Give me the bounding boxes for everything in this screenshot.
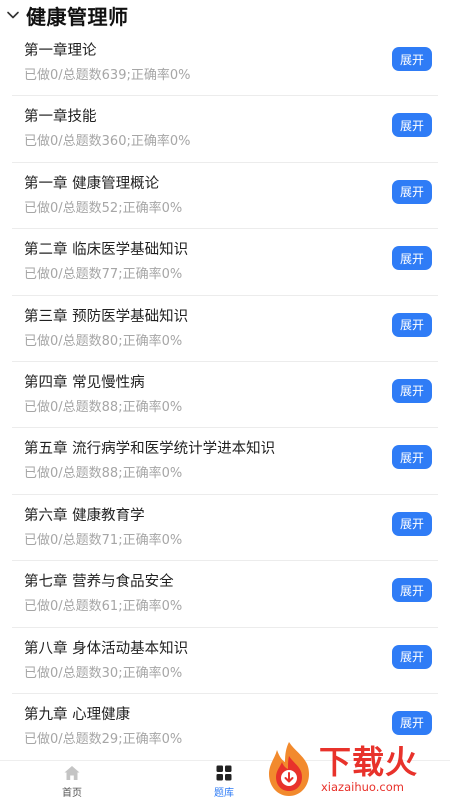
expand-button[interactable]: 展开 [392,644,432,669]
chapter-stats: 已做0/总题数30;正确率0% [24,665,183,681]
expand-button[interactable]: 展开 [392,445,432,470]
list-item: 第一章理论 已做0/总题数639;正确率0% 展开 [12,30,438,97]
list-item: 第二章 临床医学基础知识 已做0/总题数77;正确率0% 展开 [12,229,438,296]
chapter-name: 第二章 临床医学基础知识 [24,242,189,259]
list-item: 第一章 健康管理概论 已做0/总题数52;正确率0% 展开 [12,163,438,230]
chapter-name: 第三章 预防医学基础知识 [24,308,189,325]
tab-home[interactable]: 首页 [27,761,117,800]
watermark: 下载火 xiazaihuo.com [263,738,450,800]
home-icon [64,765,80,780]
list-item: 第三章 预防医学基础知识 已做0/总题数80;正确率0% 展开 [12,296,438,362]
expand-button[interactable]: 展开 [392,312,432,337]
expand-button[interactable]: 展开 [392,710,432,735]
chapter-list: 第一章理论 已做0/总题数639;正确率0% 展开 第一章技能 已做0/总题数3… [0,30,450,760]
expand-button[interactable]: 展开 [392,179,432,204]
chapter-stats: 已做0/总题数80;正确率0% [24,333,183,349]
chapter-name: 第一章技能 [24,109,97,126]
chapter-name: 第九章 心理健康 [24,706,131,723]
list-item: 第五章 流行病学和医学统计学进本知识 已做0/总题数88;正确率0% 展开 [12,428,438,495]
page-header: 健康管理师 [0,0,450,30]
expand-button[interactable]: 展开 [392,246,432,271]
list-item: 第八章 身体活动基本知识 已做0/总题数30;正确率0% 展开 [12,628,438,694]
expand-button[interactable]: 展开 [392,578,432,603]
chapter-name: 第四章 常见慢性病 [24,374,145,391]
tab-home-label: 首页 [62,787,82,799]
chapter-name: 第一章理论 [24,43,97,59]
chapter-stats: 已做0/总题数52;正确率0% [24,200,183,216]
list-item: 第四章 常见慢性病 已做0/总题数88;正确率0% 展开 [12,362,438,429]
chapter-stats: 已做0/总题数71;正确率0% [24,532,183,548]
flame-logo-icon [269,742,309,796]
chapter-stats: 已做0/总题数639;正确率0% [24,68,191,83]
expand-button[interactable]: 展开 [392,511,432,536]
chevron-down-icon[interactable] [6,8,20,22]
chapter-name: 第六章 健康教育学 [24,507,145,524]
chapter-stats: 已做0/总题数88;正确率0% [24,466,183,482]
expand-button[interactable]: 展开 [392,378,432,403]
grid-icon [216,765,232,780]
expand-button[interactable]: 展开 [392,113,432,138]
chapter-name: 第七章 营养与食品安全 [24,574,174,591]
chapter-name: 第八章 身体活动基本知识 [24,640,189,657]
list-item: 第六章 健康教育学 已做0/总题数71;正确率0% 展开 [12,495,438,562]
expand-button[interactable]: 展开 [392,47,432,71]
chapter-stats: 已做0/总题数77;正确率0% [24,267,183,283]
page-title: 健康管理师 [26,4,129,29]
watermark-text: 下载火 xiazaihuo.com [319,744,418,794]
chapter-stats: 已做0/总题数61;正确率0% [24,599,183,615]
chapter-stats: 已做0/总题数29;正确率0% [24,731,183,747]
list-item: 第一章技能 已做0/总题数360;正确率0% 展开 [12,96,438,163]
chapter-stats: 已做0/总题数88;正确率0% [24,399,183,415]
chapter-stats: 已做0/总题数360;正确率0% [24,134,191,150]
tab-question-bank[interactable]: 题库 [179,761,269,800]
tab-question-bank-label: 题库 [214,787,234,799]
watermark-title: 下载火 [319,743,419,781]
watermark-url: xiazaihuo.com [321,780,404,794]
list-item: 第七章 营养与食品安全 已做0/总题数61;正确率0% 展开 [12,561,438,628]
chapter-name: 第一章 健康管理概论 [24,175,160,192]
chapter-name: 第五章 流行病学和医学统计学进本知识 [24,441,276,458]
